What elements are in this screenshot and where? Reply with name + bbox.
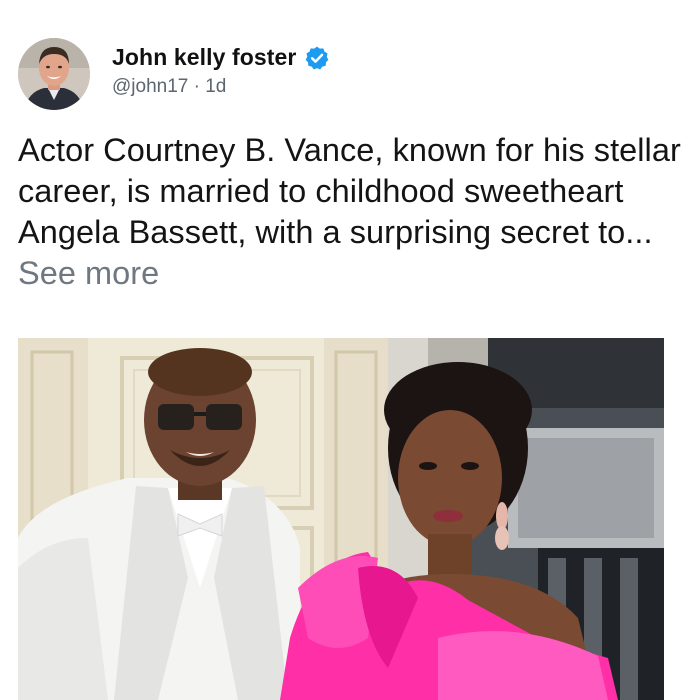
verified-badge-icon xyxy=(304,45,330,71)
post-image[interactable] xyxy=(18,338,664,700)
post-text: Actor Courtney B. Vance, known for his s… xyxy=(18,132,681,250)
post-subline: @john17 · 1d xyxy=(112,76,330,98)
author-name[interactable]: John kelly foster xyxy=(112,44,296,71)
post-timestamp[interactable]: 1d xyxy=(205,76,226,97)
post-photo xyxy=(18,338,664,700)
subline-separator: · xyxy=(193,76,200,97)
author-name-row: John kelly foster xyxy=(112,44,330,71)
author-avatar[interactable] xyxy=(18,38,90,110)
author-handle[interactable]: @john17 xyxy=(112,76,188,97)
social-post: John kelly foster @john17 · 1d Actor Cou… xyxy=(0,0,700,700)
post-header: John kelly foster @john17 · 1d xyxy=(18,37,330,111)
post-body: Actor Courtney B. Vance, known for his s… xyxy=(18,130,688,294)
avatar-image xyxy=(18,38,90,110)
author-meta: John kelly foster @john17 · 1d xyxy=(112,44,330,98)
see-more-link[interactable]: See more xyxy=(18,255,159,291)
